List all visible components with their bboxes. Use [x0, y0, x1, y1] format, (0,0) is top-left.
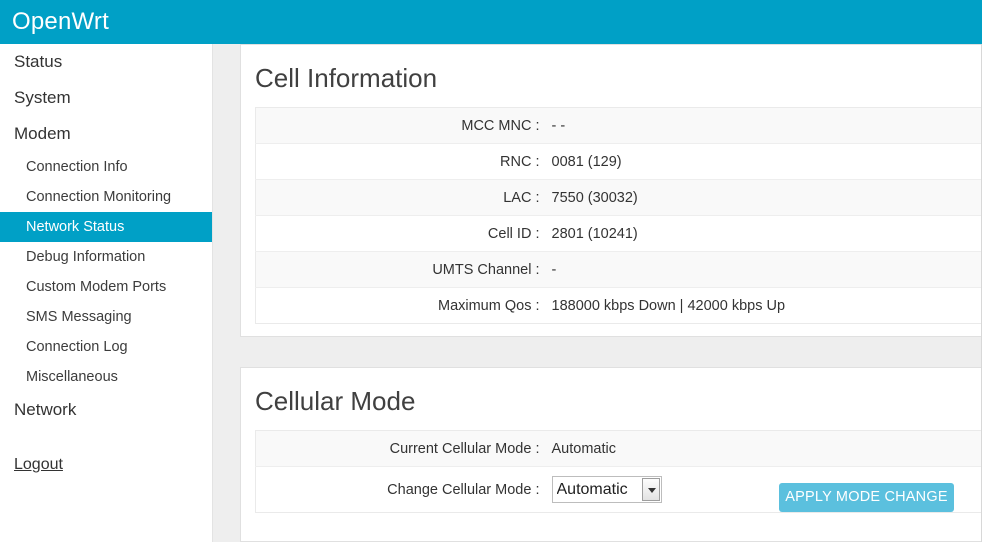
cell-information-panel: Cell Information MCC MNC : - - RNC : 008… — [240, 44, 982, 337]
cell-information-table: MCC MNC : - - RNC : 0081 (129) LAC : 755… — [255, 107, 982, 324]
logout-link[interactable]: Logout — [14, 454, 63, 476]
sidebar-nav: Status System Modem Connection Info Conn… — [0, 44, 213, 542]
sidebar-item-connection-log[interactable]: Connection Log — [0, 332, 212, 362]
table-row: UMTS Channel : - — [255, 251, 982, 288]
row-value-cell-id: 2801 (10241) — [547, 215, 982, 252]
brand-title: OpenWrt — [12, 8, 109, 35]
table-row: Current Cellular Mode : Automatic — [255, 430, 982, 467]
sidebar-item-custom-modem-ports[interactable]: Custom Modem Ports — [0, 272, 212, 302]
content-area: Cell Information MCC MNC : - - RNC : 008… — [214, 44, 982, 542]
table-row: MCC MNC : - - — [255, 107, 982, 144]
apply-mode-change-button[interactable]: APPLY MODE CHANGE — [779, 483, 954, 512]
cell-information-title: Cell Information — [255, 63, 438, 93]
row-label-current-cellular-mode: Current Cellular Mode : — [255, 430, 548, 467]
row-value-current-cellular-mode: Automatic — [547, 430, 982, 467]
sidebar-item-miscellaneous[interactable]: Miscellaneous — [0, 362, 212, 392]
row-label-umts-channel: UMTS Channel : — [255, 251, 548, 288]
sidebar-item-network[interactable]: Network — [0, 392, 212, 428]
table-row: Maximum Qos : 188000 kbps Down | 42000 k… — [255, 287, 982, 324]
row-value-maximum-qos: 188000 kbps Down | 42000 kbps Up — [551, 297, 786, 314]
table-row: Cell ID : 2801 (10241) — [255, 215, 982, 252]
row-label-change-cellular-mode: Change Cellular Mode : — [387, 481, 540, 498]
sidebar-item-network-status[interactable]: Network Status — [0, 212, 212, 242]
row-label-cell-id: Cell ID : — [255, 215, 548, 252]
row-value-rnc: 0081 (129) — [547, 143, 982, 180]
sidebar-item-system[interactable]: System — [0, 80, 212, 116]
sidebar-item-modem[interactable]: Modem — [0, 116, 212, 152]
row-label-mcc-mnc: MCC MNC : — [255, 107, 548, 144]
sidebar-item-sms-messaging[interactable]: SMS Messaging — [0, 302, 212, 332]
cellular-mode-title: Cellular Mode — [255, 386, 416, 416]
cellular-mode-select[interactable]: Automatic — [551, 476, 662, 503]
sidebar-item-connection-info[interactable]: Connection Info — [0, 152, 212, 182]
sidebar-item-debug-information[interactable]: Debug Information — [0, 242, 212, 272]
row-value-mcc-mnc: - - — [547, 107, 982, 144]
row-value-umts-channel: - — [547, 251, 982, 288]
row-value-lac: 7550 (30032) — [547, 179, 982, 216]
sidebar-item-status[interactable]: Status — [0, 44, 212, 80]
table-row: RNC : 0081 (129) — [255, 143, 982, 180]
row-label-lac: LAC : — [255, 179, 548, 216]
cellular-mode-panel: Cellular Mode Current Cellular Mode : Au… — [240, 367, 982, 542]
row-label-maximum-qos: Maximum Qos : — [437, 297, 540, 314]
page-root: OpenWrt Status System Modem Connection I… — [0, 0, 982, 542]
sidebar-item-connection-monitoring[interactable]: Connection Monitoring — [0, 182, 212, 212]
app-header: OpenWrt — [0, 0, 982, 44]
row-label-rnc: RNC : — [255, 143, 548, 180]
cellular-mode-select-wrap: Automatic — [551, 476, 662, 503]
table-row: LAC : 7550 (30032) — [255, 179, 982, 216]
